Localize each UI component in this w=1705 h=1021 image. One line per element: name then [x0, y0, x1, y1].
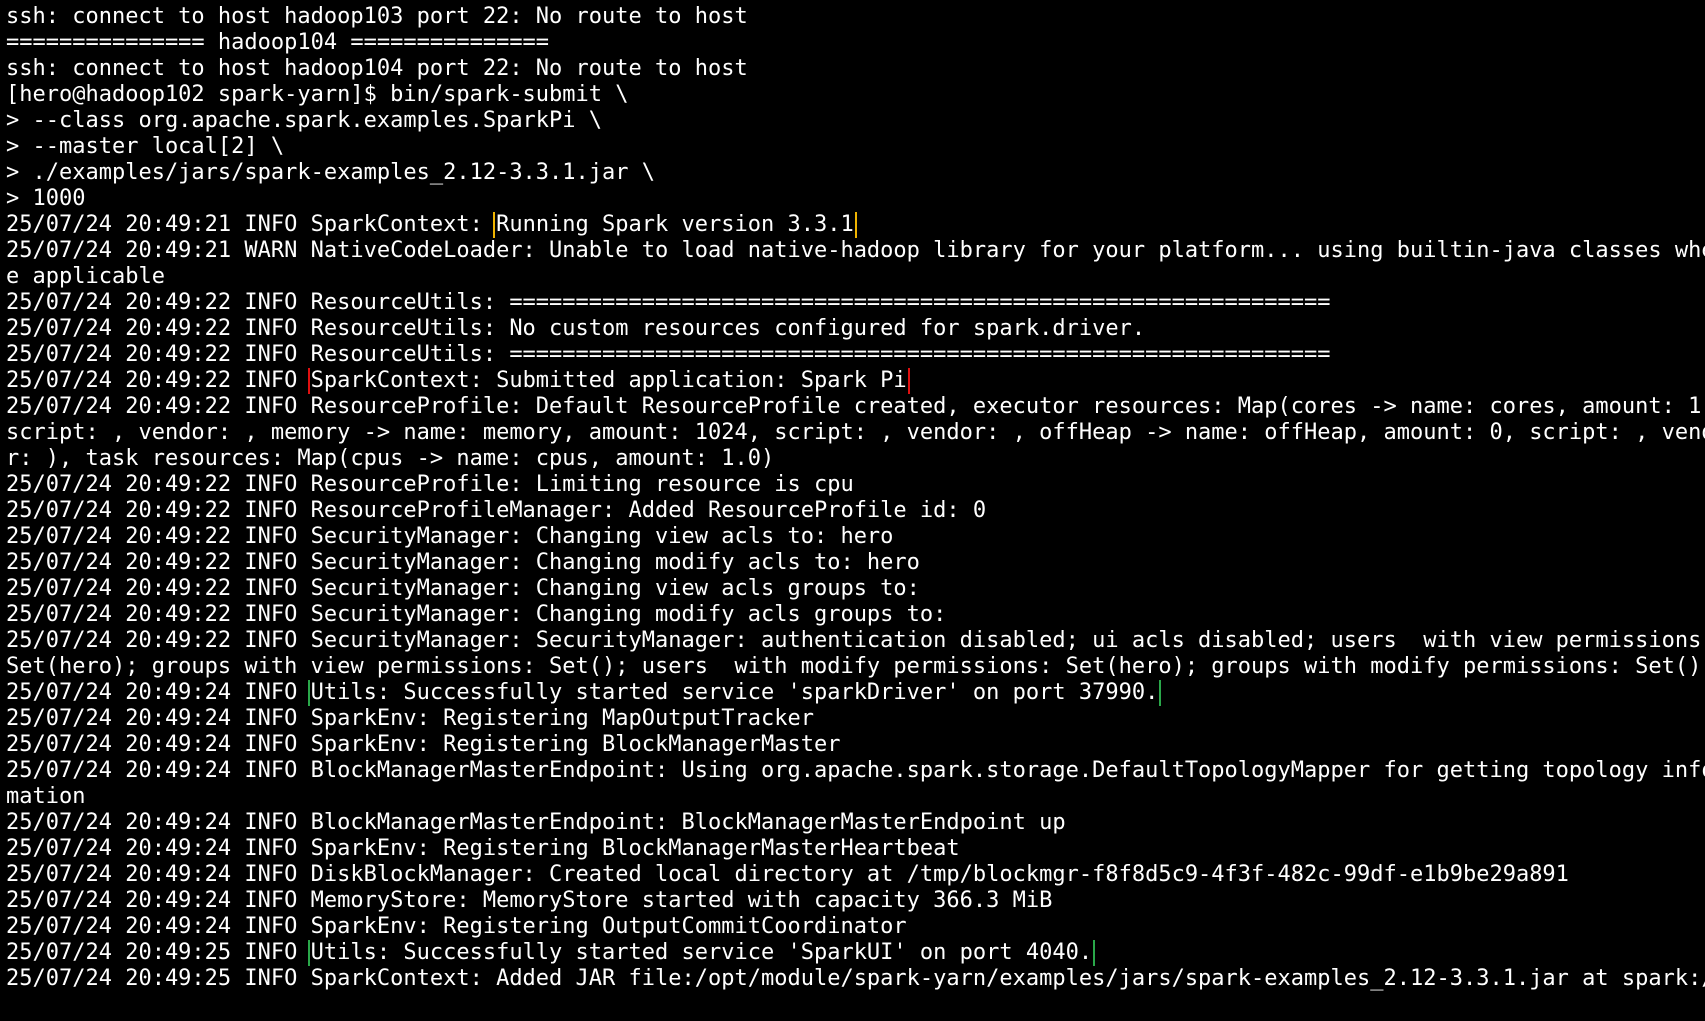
- terminal-line: 25/07/24 20:49:24 INFO SparkEnv: Registe…: [6, 914, 907, 939]
- terminal-line: 25/07/24 20:49:24 INFO Utils: Successful…: [6, 680, 1705, 706]
- log-prefix: 25/07/24 20:49:22 INFO: [6, 368, 311, 393]
- terminal-line: 25/07/24 20:49:22 INFO ResourceProfile: …: [6, 472, 854, 497]
- terminal-line: 25/07/24 20:49:22 INFO SecurityManager: …: [6, 628, 1705, 653]
- terminal-line: 25/07/24 20:49:24 INFO DiskBlockManager:…: [6, 862, 1569, 887]
- spark-version-highlight: Running Spark version 3.3.1: [493, 212, 857, 238]
- terminal-line: > ./examples/jars/spark-examples_2.12-3.…: [6, 160, 656, 185]
- terminal-window[interactable]: ssh: connect to host hadoop103 port 22: …: [0, 0, 1705, 1021]
- terminal-line: [hero@hadoop102 spark-yarn]$ bin/spark-s…: [6, 82, 629, 107]
- terminal-line: 25/07/24 20:49:22 INFO SparkContext: Sub…: [6, 368, 1705, 394]
- terminal-line: 25/07/24 20:49:25 INFO Utils: Successful…: [6, 940, 1705, 966]
- terminal-line: 25/07/24 20:49:22 INFO ResourceProfile: …: [6, 394, 1705, 419]
- terminal-line: e applicable: [6, 264, 165, 289]
- spark-ui-port-highlight: Utils: Successfully started service 'Spa…: [307, 940, 1096, 966]
- terminal-line: 25/07/24 20:49:24 INFO SparkEnv: Registe…: [6, 836, 960, 861]
- terminal-line: 25/07/24 20:49:22 INFO ResourceProfileMa…: [6, 498, 987, 523]
- terminal-line: script: , vendor: , memory -> name: memo…: [6, 420, 1705, 445]
- terminal-line: 25/07/24 20:49:25 INFO SparkContext: Add…: [6, 966, 1705, 991]
- log-prefix: 25/07/24 20:49:24 INFO: [6, 680, 311, 705]
- terminal-line: 25/07/24 20:49:22 INFO SecurityManager: …: [6, 550, 920, 575]
- terminal-line: 25/07/24 20:49:22 INFO SecurityManager: …: [6, 576, 920, 601]
- terminal-line: 25/07/24 20:49:21 INFO SparkContext: Run…: [6, 212, 1705, 238]
- log-prefix: 25/07/24 20:49:25 INFO: [6, 940, 311, 965]
- terminal-line: ssh: connect to host hadoop103 port 22: …: [6, 4, 748, 29]
- terminal-line: 25/07/24 20:49:22 INFO ResourceUtils: ==…: [6, 342, 1331, 367]
- terminal-line: =============== hadoop104 ==============…: [6, 30, 550, 55]
- terminal-line: 25/07/24 20:49:22 INFO ResourceUtils: ==…: [6, 290, 1331, 315]
- terminal-line: 25/07/24 20:49:24 INFO BlockManagerMaste…: [6, 758, 1705, 783]
- log-prefix: 25/07/24 20:49:21 INFO SparkContext:: [6, 212, 497, 237]
- terminal-line: 25/07/24 20:49:21 WARN NativeCodeLoader:…: [6, 238, 1705, 263]
- terminal-line: r: ), task resources: Map(cpus -> name: …: [6, 446, 775, 471]
- terminal-line: > 1000: [6, 186, 86, 211]
- terminal-line: 25/07/24 20:49:22 INFO SecurityManager: …: [6, 602, 947, 627]
- terminal-line: mation: [6, 784, 86, 809]
- terminal-line: 25/07/24 20:49:22 INFO SecurityManager: …: [6, 524, 894, 549]
- terminal-line: ssh: connect to host hadoop104 port 22: …: [6, 56, 748, 81]
- terminal-line: Set(hero); groups with view permissions:…: [6, 654, 1702, 679]
- terminal-line: > --class org.apache.spark.examples.Spar…: [6, 108, 603, 133]
- terminal-line: 25/07/24 20:49:24 INFO BlockManagerMaste…: [6, 810, 1066, 835]
- terminal-line: 25/07/24 20:49:24 INFO SparkEnv: Registe…: [6, 706, 814, 731]
- terminal-line: 25/07/24 20:49:24 INFO SparkEnv: Registe…: [6, 732, 841, 757]
- terminal-line: 25/07/24 20:49:22 INFO ResourceUtils: No…: [6, 316, 1146, 341]
- terminal-line: > --master local[2] \: [6, 134, 285, 159]
- submitted-application-highlight: SparkContext: Submitted application: Spa…: [307, 368, 910, 394]
- spark-driver-port-highlight: Utils: Successfully started service 'spa…: [307, 680, 1162, 706]
- terminal-line: 25/07/24 20:49:24 INFO MemoryStore: Memo…: [6, 888, 1053, 913]
